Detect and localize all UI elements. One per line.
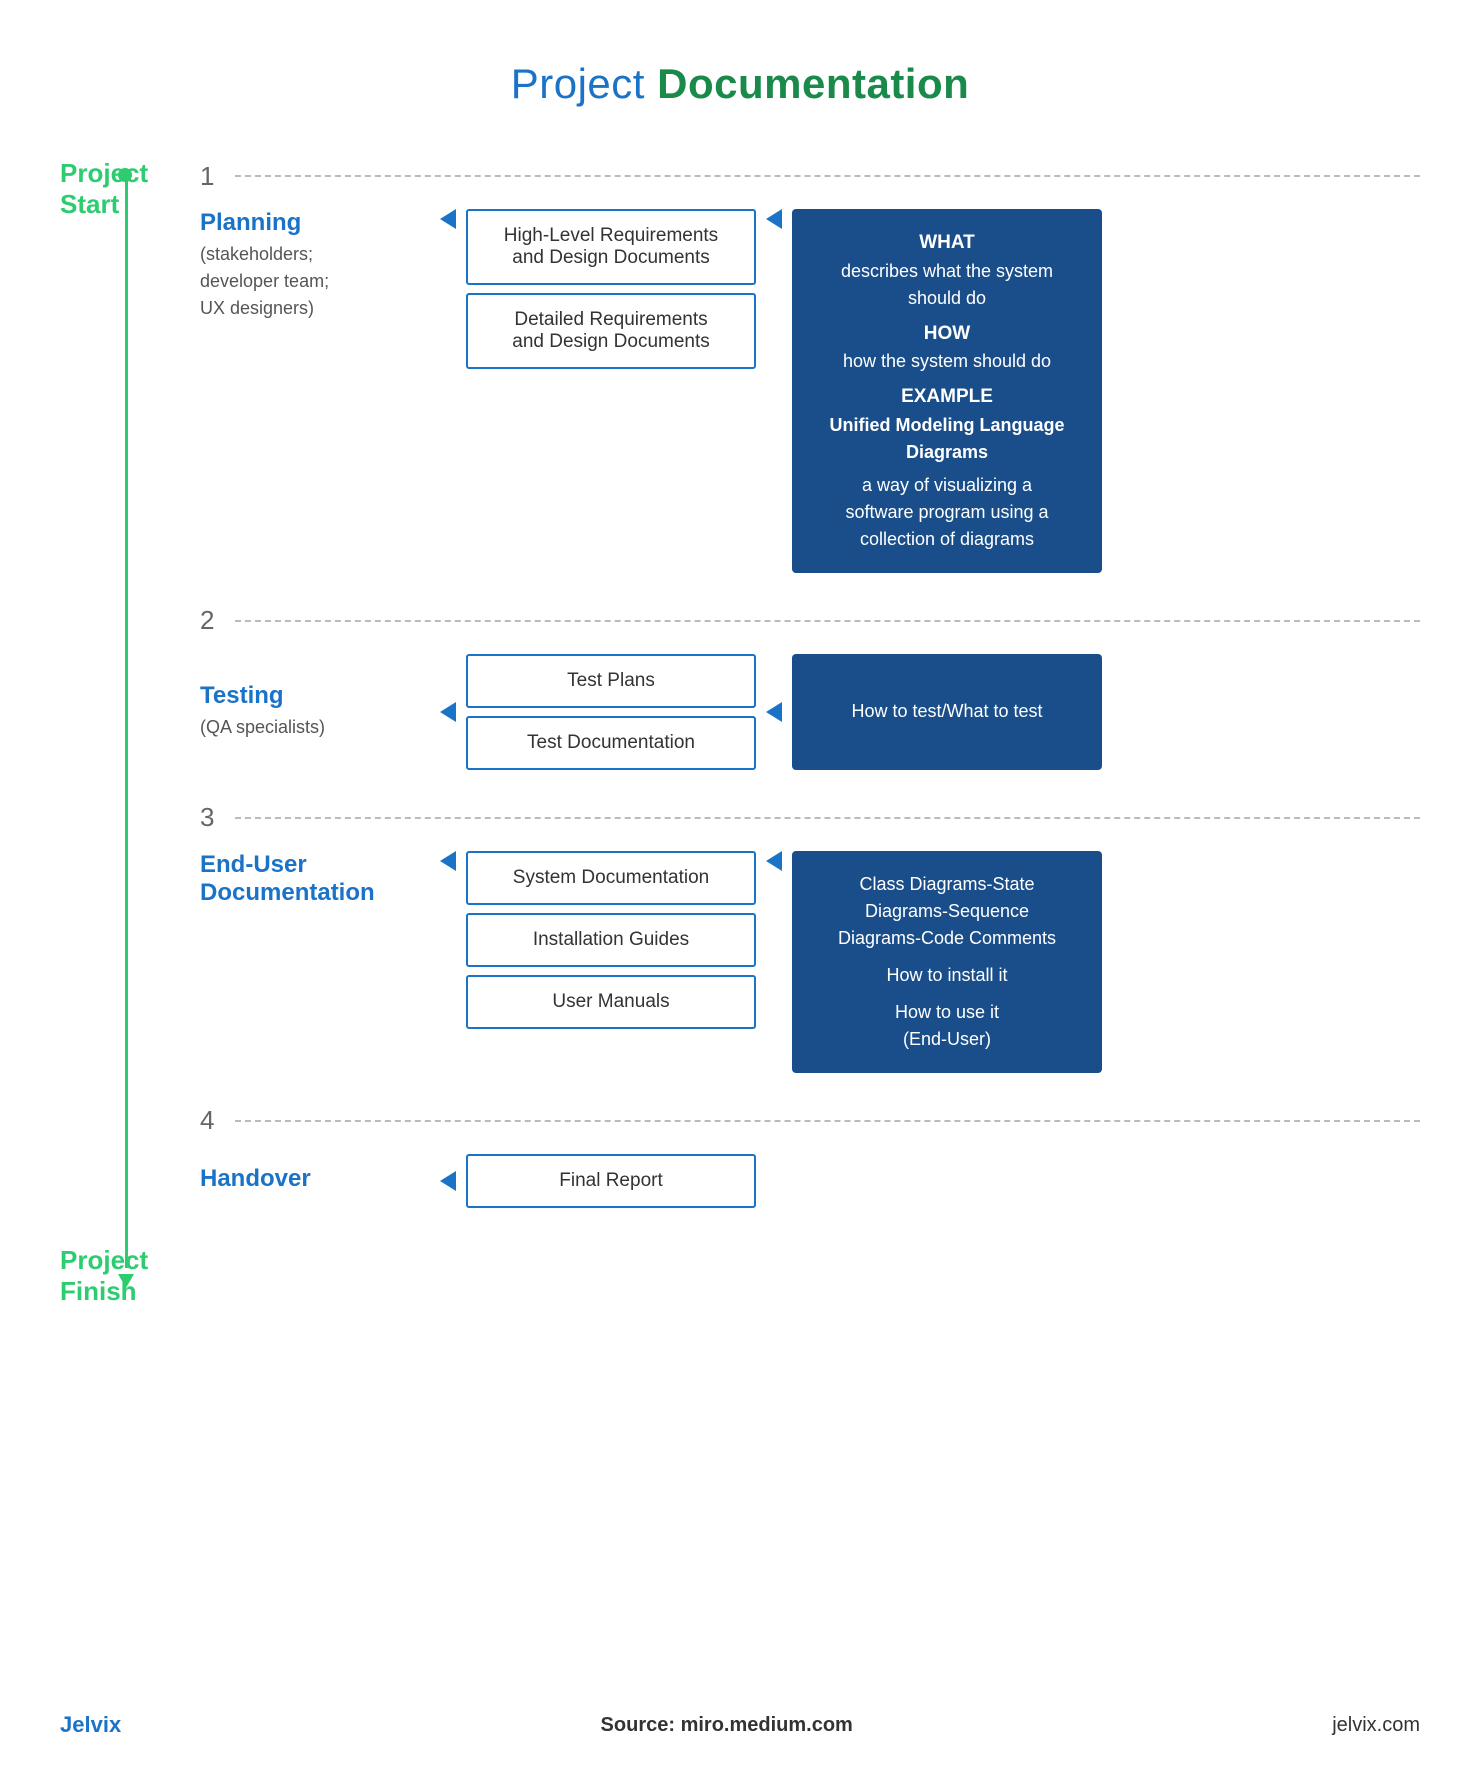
project-start-label: ProjectStart	[60, 158, 115, 220]
phase1-docs: High-Level Requirementsand Design Docume…	[466, 209, 756, 369]
source-label: Source:	[601, 1714, 675, 1736]
phase-title-4: Handover	[200, 1165, 430, 1193]
phase-content-4: Handover Final Report	[200, 1139, 1420, 1238]
phase-title-3: End-UserDocumentation	[200, 851, 430, 907]
phase-block-3: 3 End-UserDocumentation System Documenta…	[200, 800, 1420, 1103]
step-number-2: 2	[200, 605, 220, 636]
phase1-info-panel: WHAT describes what the systemshould do …	[792, 209, 1102, 573]
phase2-docs: Test Plans Test Documentation	[466, 654, 756, 770]
info1-what-text: describes what the systemshould do	[814, 258, 1080, 312]
phase-name-testing: Testing (QA specialists)	[200, 682, 430, 741]
phase2-arrow-right	[766, 702, 782, 722]
phase3-arrow-left	[440, 851, 456, 871]
info3-install-text: How to install it	[814, 962, 1080, 989]
info1-what-label: WHAT	[814, 229, 1080, 258]
doc-box-2-2: Test Documentation	[466, 716, 756, 770]
info2-text: How to test/What to test	[814, 698, 1080, 725]
step-divider-2	[235, 620, 1420, 622]
phase-content-2: Testing (QA specialists) Test Plans Test…	[200, 639, 1420, 800]
step-row-1: 1	[200, 158, 1420, 194]
phase3-docs: System Documentation Installation Guides…	[466, 851, 756, 1029]
step-number-1: 1	[200, 161, 220, 192]
phase1-arrow-right	[766, 209, 782, 229]
doc-box-3-1: System Documentation	[466, 851, 756, 905]
footer-url: jelvix.com	[1332, 1714, 1420, 1737]
title-bold: Documentation	[657, 60, 969, 107]
step-row-3: 3	[200, 800, 1420, 836]
phase-name-planning: Planning (stakeholders;developer team;UX…	[200, 209, 430, 322]
phase2-info-panel: How to test/What to test	[792, 654, 1102, 770]
footer-spacer	[200, 1238, 1420, 1318]
phase-title-1: Planning	[200, 209, 430, 237]
brand-bold: vix	[91, 1712, 122, 1737]
step-divider-1	[235, 175, 1420, 177]
info1-example-label: EXAMPLE	[814, 383, 1080, 412]
phase-subtitle-2: (QA specialists)	[200, 714, 430, 741]
step-divider-4	[235, 1120, 1420, 1122]
phase-subtitle-1: (stakeholders;developer team;UX designer…	[200, 241, 430, 322]
info3-use-text: How to use it(End-User)	[814, 999, 1080, 1053]
info1-how-text: how the system should do	[814, 348, 1080, 375]
project-finish-label: ProjectFinish	[60, 1245, 115, 1307]
info1-uml-label: Unified Modeling LanguageDiagrams	[814, 412, 1080, 466]
info1-how-label: HOW	[814, 320, 1080, 349]
phase-content-1: Planning (stakeholders;developer team;UX…	[200, 194, 1420, 603]
phase-content-3: End-UserDocumentation System Documentati…	[200, 836, 1420, 1103]
timeline-dot-top	[118, 168, 132, 182]
title-prefix: Project	[511, 60, 657, 107]
phase-block-4: 4 Handover Final Report	[200, 1103, 1420, 1238]
phase1-arrow-left	[440, 209, 456, 229]
timeline-line	[125, 170, 128, 1268]
info1-uml-text: a way of visualizing asoftware program u…	[814, 472, 1080, 553]
step-divider-3	[235, 817, 1420, 819]
phase-block-2: 2 Testing (QA specialists) Test Plans Te…	[200, 603, 1420, 800]
doc-box-3-2: Installation Guides	[466, 913, 756, 967]
timeline-col: ProjectStart ProjectFinish	[60, 158, 190, 1318]
source-value: miro.medium.com	[681, 1714, 853, 1736]
footer: Jelvix Source: miro.medium.com jelvix.co…	[60, 1712, 1420, 1738]
phase3-arrow-right	[766, 851, 782, 871]
doc-box-4-1: Final Report	[466, 1154, 756, 1208]
footer-source: Source: miro.medium.com	[601, 1714, 853, 1737]
phase4-arrow-left	[440, 1171, 456, 1191]
brand-logo: Jelvix	[60, 1712, 121, 1738]
phase4-docs: Final Report	[466, 1154, 756, 1208]
phase2-arrow-left	[440, 702, 456, 722]
step-row-4: 4	[200, 1103, 1420, 1139]
step-number-4: 4	[200, 1105, 220, 1136]
phase3-info-panel: Class Diagrams-StateDiagrams-SequenceDia…	[792, 851, 1102, 1073]
page-title: Project Documentation	[60, 60, 1420, 108]
phase-name-enduser: End-UserDocumentation	[200, 851, 430, 911]
doc-box-1-1: High-Level Requirementsand Design Docume…	[466, 209, 756, 285]
phase-name-handover: Handover	[200, 1165, 430, 1197]
phase-block-1: 1 Planning (stakeholders;developer team;…	[200, 158, 1420, 603]
info3-class-text: Class Diagrams-StateDiagrams-SequenceDia…	[814, 871, 1080, 952]
brand-prefix: Jel	[60, 1712, 91, 1737]
doc-box-3-3: User Manuals	[466, 975, 756, 1029]
page-container: Project Documentation ProjectStart Proje…	[0, 0, 1480, 1768]
phase-title-2: Testing	[200, 682, 430, 710]
step-row-2: 2	[200, 603, 1420, 639]
step-number-3: 3	[200, 802, 220, 833]
doc-box-2-1: Test Plans	[466, 654, 756, 708]
phases-col: 1 Planning (stakeholders;developer team;…	[190, 158, 1420, 1318]
doc-box-1-2: Detailed Requirementsand Design Document…	[466, 293, 756, 369]
content-area: ProjectStart ProjectFinish 1 Planning (s…	[60, 158, 1420, 1318]
